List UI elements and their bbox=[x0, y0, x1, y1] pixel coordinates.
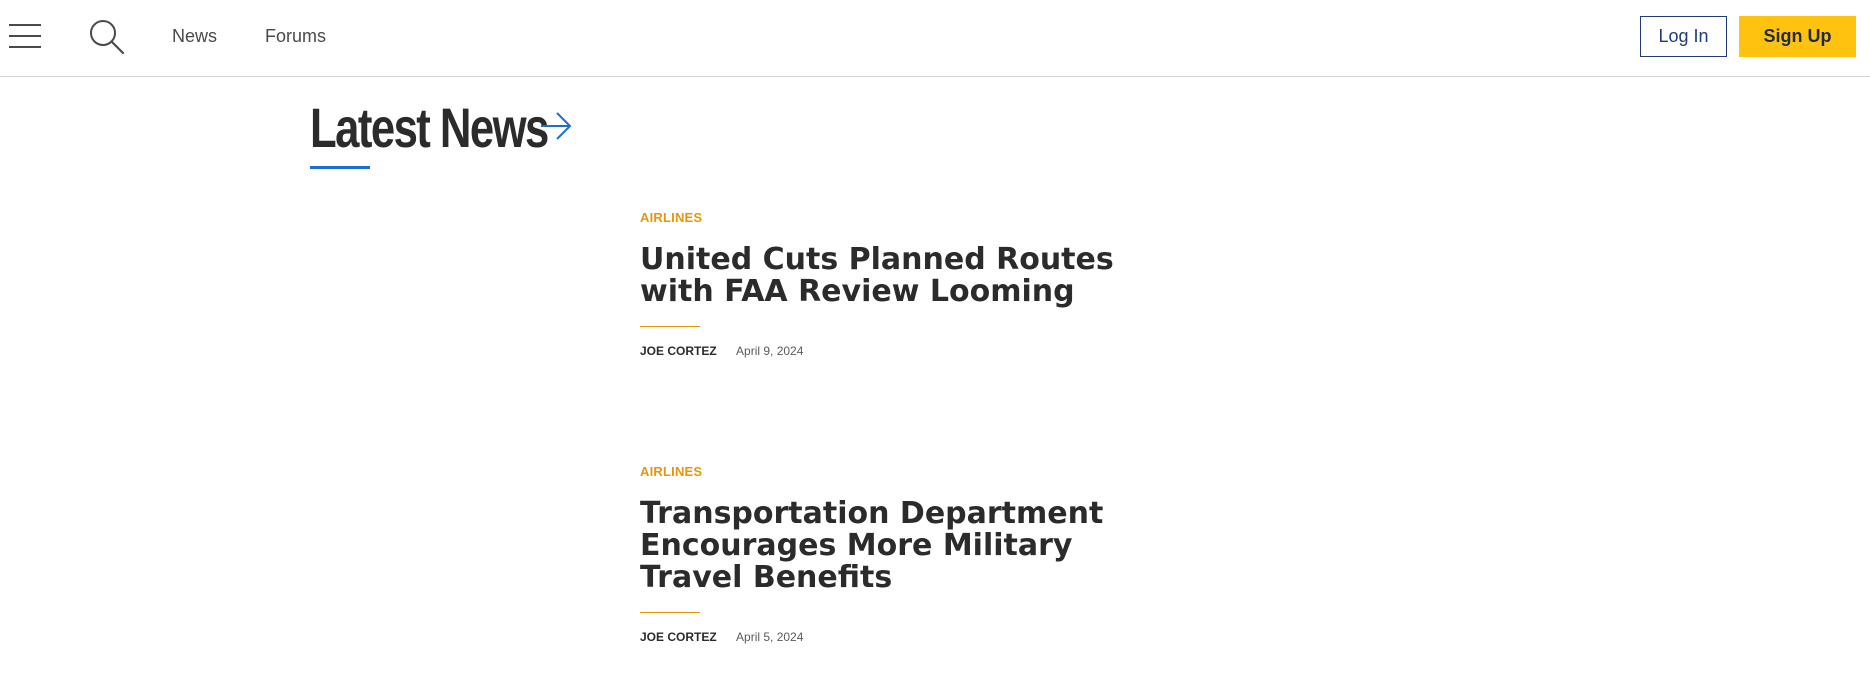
article-headline[interactable]: Transportation Department Encourages Mor… bbox=[640, 498, 1180, 594]
section-title-underline bbox=[310, 166, 370, 169]
article-category[interactable]: AIRLINES bbox=[640, 464, 1180, 479]
section-title[interactable]: Latest News bbox=[310, 96, 549, 160]
article-meta: JOE CORTEZ April 5, 2024 bbox=[640, 630, 1180, 644]
article-date: April 5, 2024 bbox=[736, 630, 804, 644]
signup-button[interactable]: Sign Up bbox=[1739, 16, 1856, 57]
menu-icon[interactable] bbox=[9, 22, 41, 50]
arrow-right-icon[interactable] bbox=[538, 110, 574, 142]
article-card: AIRLINES United Cuts Planned Routes with… bbox=[640, 210, 1180, 358]
article-divider bbox=[640, 326, 700, 327]
site-header: News Forums Log In Sign Up bbox=[0, 0, 1870, 77]
article-card: AIRLINES Transportation Department Encou… bbox=[640, 464, 1180, 644]
login-button[interactable]: Log In bbox=[1640, 16, 1727, 57]
article-meta: JOE CORTEZ April 9, 2024 bbox=[640, 344, 1180, 358]
nav-news-link[interactable]: News bbox=[172, 26, 217, 47]
article-author[interactable]: JOE CORTEZ bbox=[640, 344, 717, 358]
article-category[interactable]: AIRLINES bbox=[640, 210, 1180, 225]
article-headline[interactable]: United Cuts Planned Routes with FAA Revi… bbox=[640, 244, 1180, 308]
nav-forums-link[interactable]: Forums bbox=[265, 26, 326, 47]
article-divider bbox=[640, 612, 700, 613]
article-author[interactable]: JOE CORTEZ bbox=[640, 630, 717, 644]
search-icon[interactable] bbox=[88, 18, 126, 56]
article-date: April 9, 2024 bbox=[736, 344, 804, 358]
